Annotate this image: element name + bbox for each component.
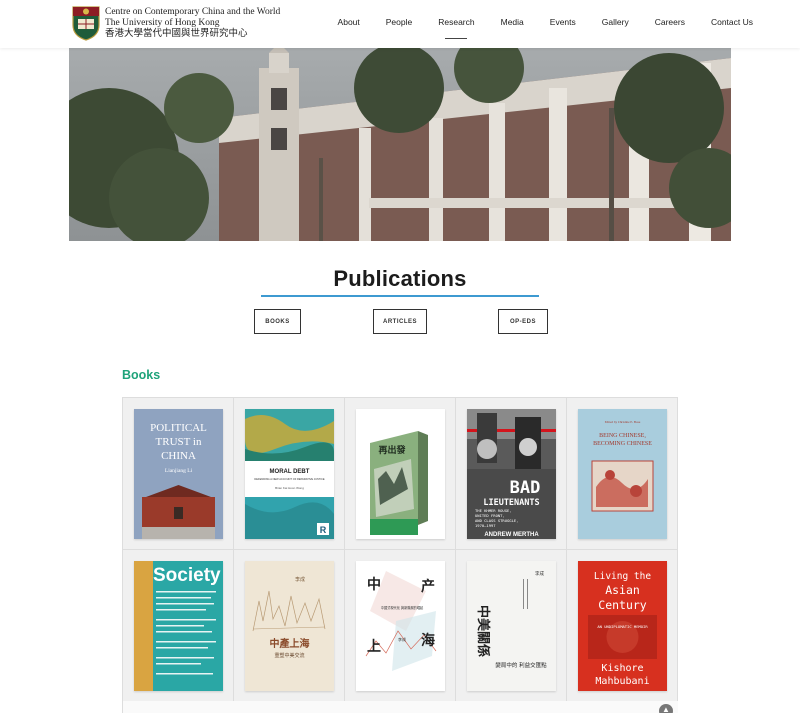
book-cover-bad-lieutenants[interactable]: BAD LIEUTENANTS THE KHMER ROUGE, UNITED … <box>467 409 556 539</box>
nav-gallery[interactable]: Gallery <box>602 0 629 48</box>
cover-author-line: Mahbubani <box>595 676 649 687</box>
book-cover-moral-debt[interactable]: MORAL DEBT DEFENDING A NEW ACCOUNT OF RE… <box>245 409 334 539</box>
svg-text:R: R <box>320 525 327 535</box>
book-cover-middle-class-shanghai-2[interactable]: 中 产 上 海 中國式現代化 與新階層的崛起 李成 <box>356 561 445 691</box>
title-underline <box>261 295 539 297</box>
cover-subtitle: 變局中的 利益交匯點 <box>495 661 547 669</box>
cover-title: 中產上海 <box>270 637 310 650</box>
cover-author: 李成 <box>295 576 305 583</box>
book-card[interactable]: Edited by Christine E. Bose BEING CHINES… <box>567 398 678 550</box>
tab-op-eds[interactable]: OP-EDS <box>498 309 548 334</box>
org-name-line-1: Centre on Contemporary China and the Wor… <box>105 7 281 17</box>
cover-title-line: Asian <box>605 583 640 597</box>
scroll-to-top-icon[interactable]: ▲ <box>659 704 673 713</box>
hero-banner-image <box>69 48 731 241</box>
tab-articles[interactable]: ARTICLES <box>373 309 427 334</box>
cover-title-line: BEING CHINESE, <box>599 433 646 439</box>
cover-title: 中美關係 <box>475 605 491 657</box>
organization-name[interactable]: Centre on Contemporary China and the Wor… <box>105 7 280 40</box>
section-heading-books: Books <box>122 368 161 382</box>
book-cover-society[interactable]: Society <box>134 561 223 691</box>
page-title: Publications <box>333 266 467 291</box>
cover-author-line: Kishore <box>601 663 643 674</box>
main-nav: About People Research Media Events Galle… <box>312 0 753 48</box>
book-cover-being-chinese[interactable]: Edited by Christine E. Bose BEING CHINES… <box>578 409 667 539</box>
book-card[interactable]: BAD LIEUTENANTS THE KHMER ROUGE, UNITED … <box>456 398 567 550</box>
cover-title: 再出發 <box>378 444 406 456</box>
book-cover-chinese-1[interactable]: 再出發 <box>356 409 445 539</box>
nav-media[interactable]: Media <box>501 0 524 48</box>
tab-books[interactable]: BOOKS <box>254 309 301 334</box>
cover-title-line: LIEUTENANTS <box>483 498 539 508</box>
book-card[interactable]: 再出發 <box>345 398 456 550</box>
site-header: Centre on Contemporary China and the Wor… <box>0 0 800 48</box>
cover-subtitle: DEFENDING A NEW ACCOUNT OF REPARATIVE JU… <box>254 477 324 481</box>
book-card[interactable]: POLITICAL TRUST in CHINA Lianjiang Li <box>123 398 234 550</box>
cover-title: Society <box>153 565 221 586</box>
cover-author: 李成 <box>535 570 544 577</box>
cover-title-char: 产 <box>421 578 435 595</box>
book-cover-political-trust[interactable]: POLITICAL TRUST in CHINA Lianjiang Li <box>134 409 223 539</box>
nav-about[interactable]: About <box>338 0 360 48</box>
cover-author: Lianjiang Li <box>165 468 193 474</box>
cover-title-line: BAD <box>510 478 541 498</box>
org-name-line-2: The University of Hong Kong <box>105 18 220 28</box>
book-card[interactable]: 李成 中美關係 變局中的 利益交匯點 <box>456 550 567 702</box>
book-cover-sino-us-relations[interactable]: 李成 中美關係 變局中的 利益交匯點 <box>467 561 556 691</box>
cover-title-line: BECOMING CHINESE <box>593 441 652 447</box>
book-cover-middle-class-shanghai-1[interactable]: 李成 中產上海 重塑中美交流 <box>245 561 334 691</box>
nav-events[interactable]: Events <box>550 0 576 48</box>
book-card[interactable]: 中 产 上 海 中國式現代化 與新階層的崛起 李成 <box>345 550 456 702</box>
nav-careers[interactable]: Careers <box>655 0 685 48</box>
cover-title-line: POLITICAL <box>150 422 207 434</box>
book-card[interactable]: 李成 中產上海 重塑中美交流 <box>234 550 345 702</box>
cover-editor: Edited by Christine E. Bose <box>605 420 641 424</box>
cover-author: ANDREW MERTHA <box>484 532 539 538</box>
book-cover-living-asian-century[interactable]: Living the Asian Century AN UNDIPLOMATIC… <box>578 561 667 691</box>
org-name-line-3: 香港大學當代中國與世界研究中心 <box>105 29 248 39</box>
cover-author: 李成 <box>398 636 406 642</box>
cover-title-line: CHINA <box>161 450 196 462</box>
cover-title-char: 海 <box>421 632 435 649</box>
cover-subtitle: AN UNDIPLOMATIC MEMOIR <box>597 624 648 629</box>
cover-title-line: Century <box>598 598 647 612</box>
cover-title-line: TRUST in <box>156 436 202 448</box>
nav-people[interactable]: People <box>386 0 412 48</box>
cover-subtitle: 重塑中美交流 <box>274 652 304 659</box>
book-grid: POLITICAL TRUST in CHINA Lianjiang Li MO… <box>122 397 678 713</box>
cover-title-char: 上 <box>367 639 381 655</box>
cover-subtitle: 中國式現代化 與新階層的崛起 <box>381 605 424 610</box>
cover-title: MORAL DEBT <box>270 469 310 475</box>
book-card[interactable]: MORAL DEBT DEFENDING A NEW ACCOUNT OF RE… <box>234 398 345 550</box>
nav-contact-us[interactable]: Contact Us <box>711 0 753 48</box>
nav-research[interactable]: Research <box>438 0 475 48</box>
cover-title-char: 中 <box>367 576 381 593</box>
book-card[interactable]: Society <box>123 550 234 702</box>
book-grid-next-row <box>122 701 678 713</box>
cover-subtitle-line: 1970–1997 <box>475 523 496 528</box>
cover-author: Brian Kai Hoon Wong <box>275 486 304 490</box>
cover-title-line: Living the <box>594 571 651 582</box>
hku-crest-icon[interactable] <box>71 5 101 41</box>
book-card[interactable]: Living the Asian Century AN UNDIPLOMATIC… <box>567 550 678 702</box>
